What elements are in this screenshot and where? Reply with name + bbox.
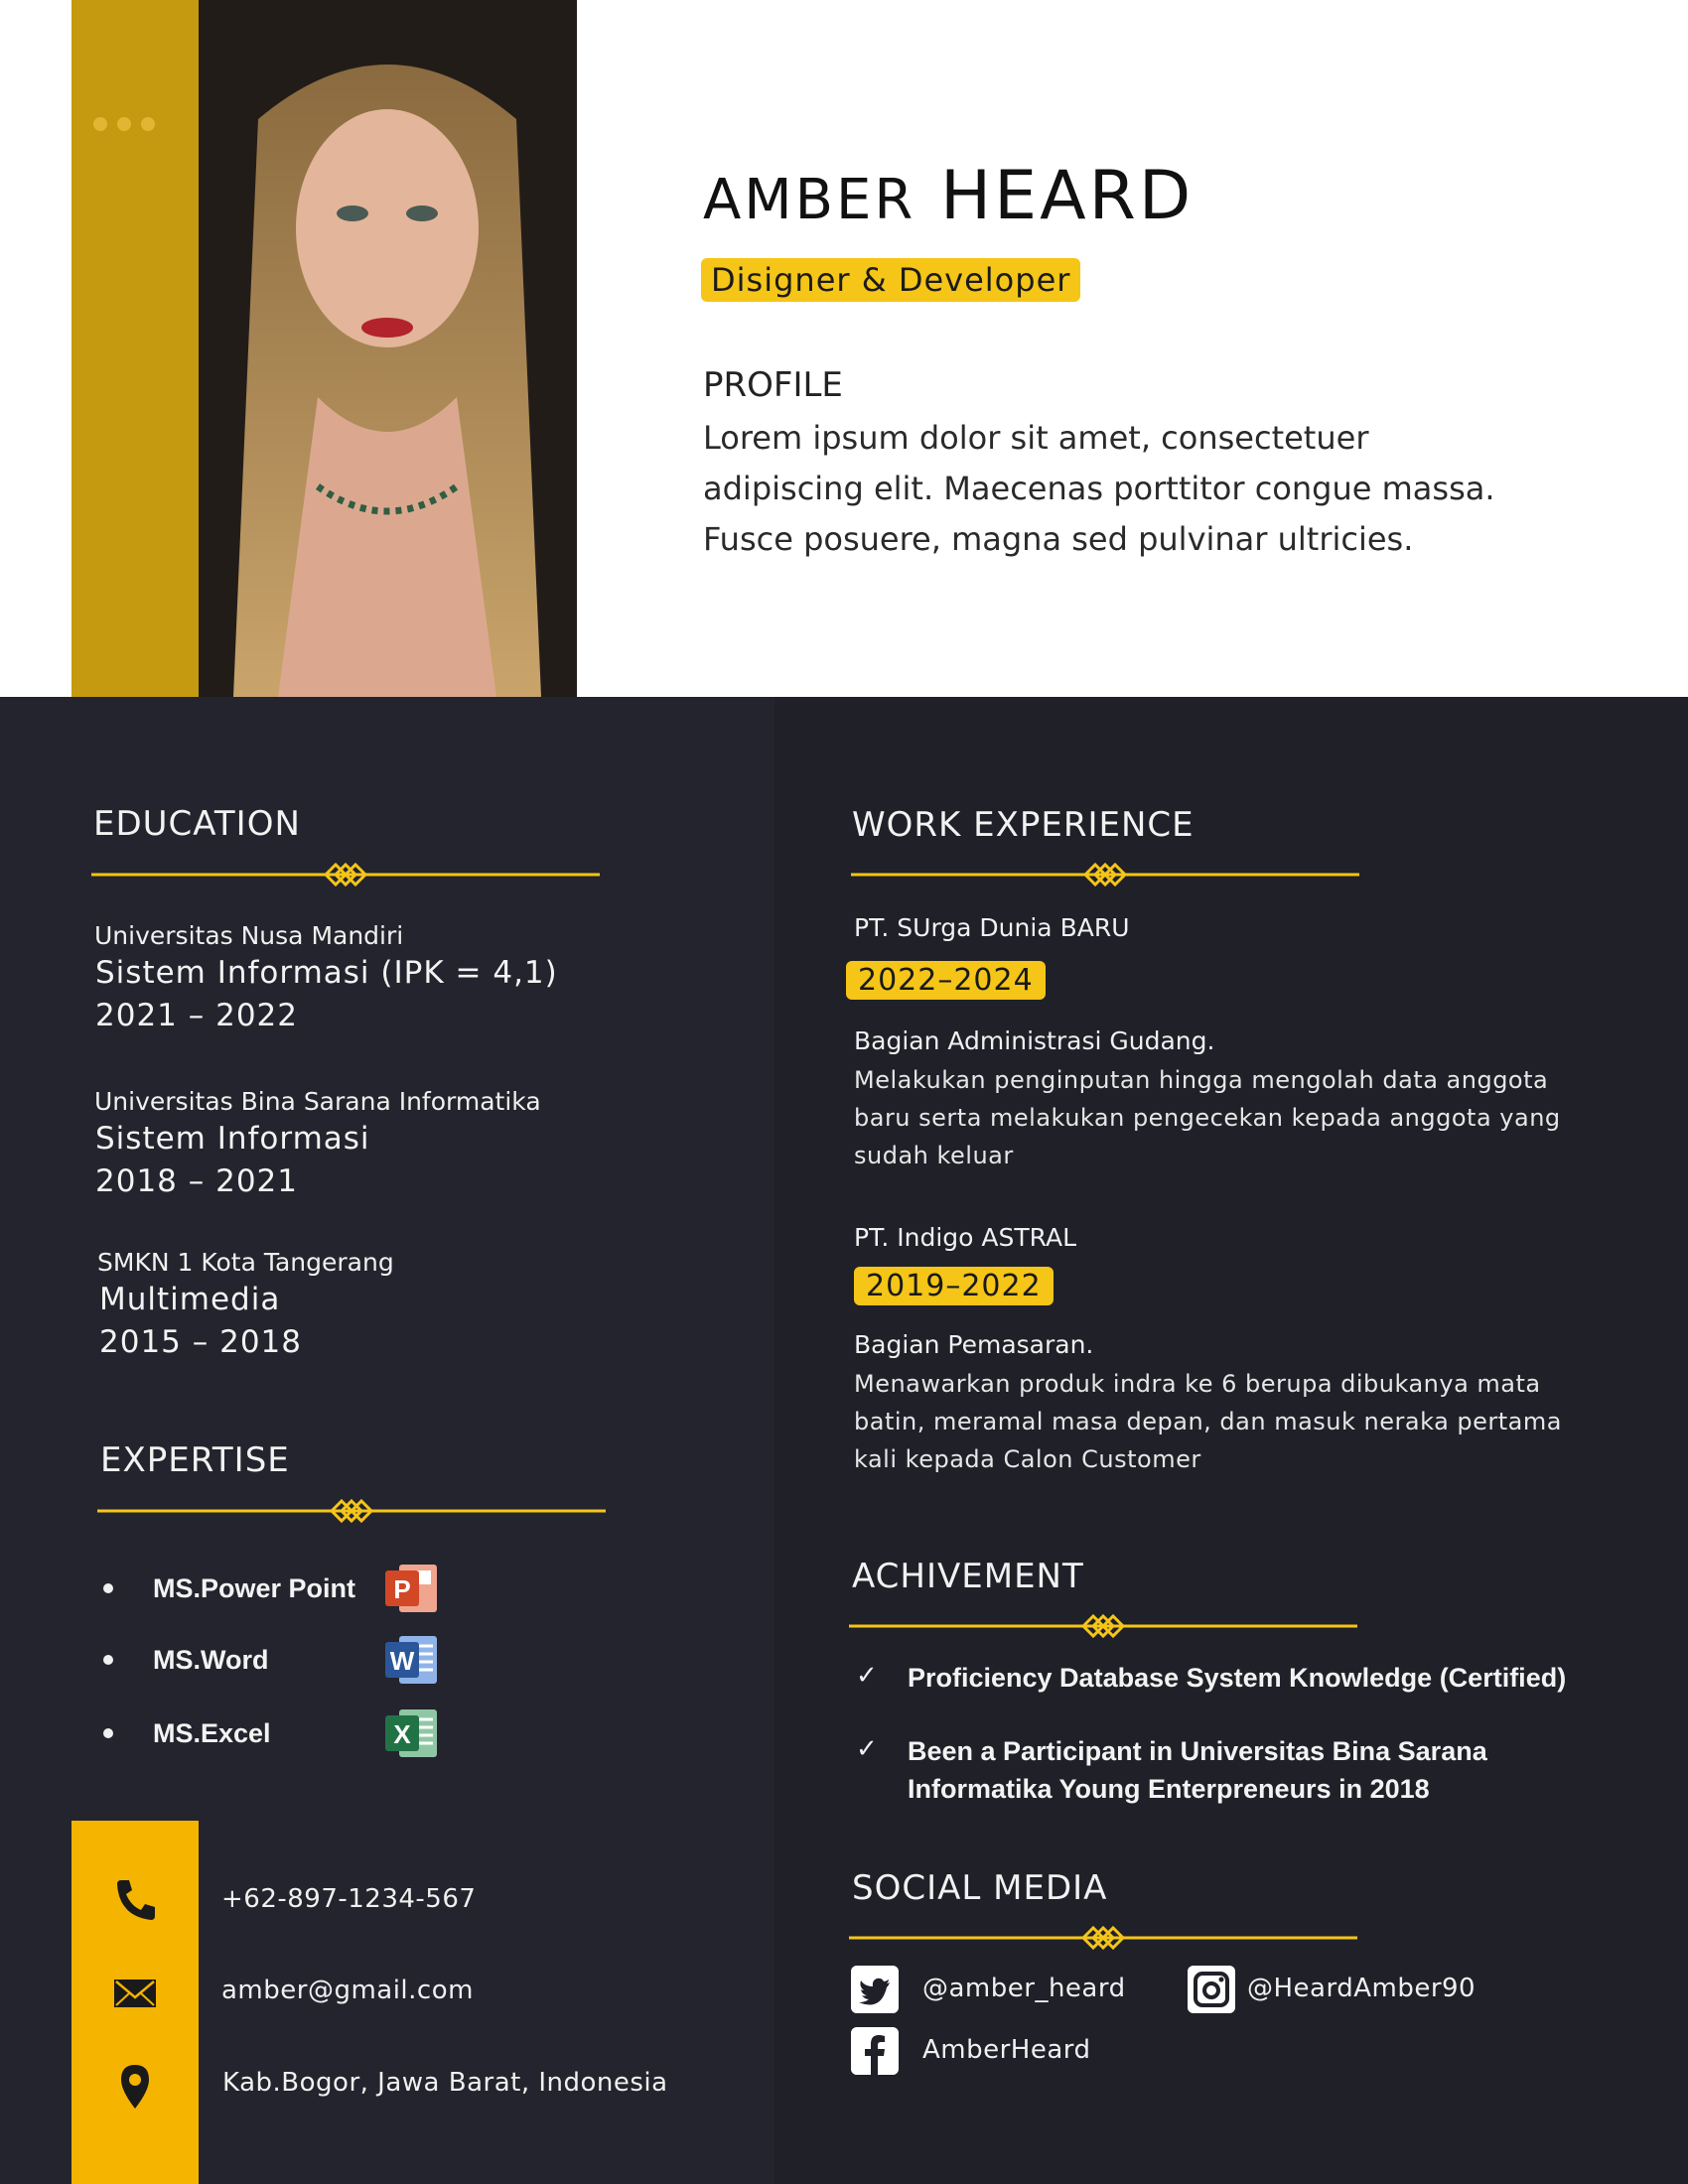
section-divider (91, 860, 600, 889)
address: Kab.Bogor, Jawa Barat, Indonesia (222, 2068, 668, 2098)
section-divider (851, 860, 1359, 889)
facebook-icon[interactable] (851, 2027, 899, 2075)
education-major: Multimedia (99, 1282, 281, 1317)
skill-label: MS.Power Point (153, 1572, 356, 1603)
achievement-text: Proficiency Database System Knowledge (C… (908, 1663, 1567, 1693)
facebook-handle[interactable]: AmberHeard (922, 2035, 1091, 2065)
candidate-name: AMBER HEARD (703, 157, 1194, 235)
achievement-item: ✓ Proficiency Database System Knowledge … (856, 1659, 1571, 1697)
skill-item: MS.Power Point P (103, 1563, 439, 1614)
social-media-heading: SOCIAL MEDIA (852, 1868, 1108, 1908)
profile-photo (199, 0, 577, 697)
company-name: PT. Indigo ASTRAL (854, 1223, 1077, 1252)
decorative-dots (93, 117, 155, 131)
job-description: Menawarkan produk indra ke 6 berupa dibu… (854, 1370, 1562, 1473)
excel-icon: X (385, 1709, 437, 1757)
education-major: Sistem Informasi (95, 1121, 370, 1157)
skill-label: MS.Word (153, 1644, 269, 1675)
instagram-handle[interactable]: @HeardAmber90 (1247, 1974, 1476, 2003)
education-years: 2015 – 2018 (99, 1324, 302, 1360)
svg-text:X: X (393, 1719, 411, 1749)
checkmark-icon: ✓ (856, 1734, 878, 1764)
profile-heading: PROFILE (703, 365, 843, 405)
section-divider (97, 1496, 606, 1526)
education-school: Universitas Nusa Mandiri (94, 921, 404, 950)
achievement-heading: ACHIVEMENT (852, 1557, 1084, 1596)
portrait-image (199, 0, 577, 697)
powerpoint-icon: P (385, 1565, 437, 1612)
svg-text:P: P (393, 1574, 410, 1604)
bullet (103, 1583, 113, 1593)
twitter-handle[interactable]: @amber_heard (922, 1974, 1126, 2003)
education-school: SMKN 1 Kota Tangerang (97, 1248, 394, 1277)
education-school: Universitas Bina Sarana Informatika (94, 1087, 541, 1116)
twitter-icon[interactable] (851, 1966, 899, 2013)
achievement-item: ✓ Been a Participant in Universitas Bina… (856, 1732, 1571, 1808)
bullet (103, 1655, 113, 1665)
svg-text:W: W (390, 1646, 415, 1676)
profile-text: Lorem ipsum dolor sit amet, consectetuer… (703, 419, 1495, 558)
last-name: HEARD (939, 157, 1195, 235)
education-years: 2021 – 2022 (95, 998, 298, 1033)
expertise-heading: EXPERTISE (100, 1440, 290, 1480)
skill-item: MS.Word W (103, 1634, 439, 1686)
education-major: Sistem Informasi (IPK = 4,1) (95, 955, 558, 991)
achievement-text: Been a Participant in Universitas Bina S… (908, 1736, 1487, 1804)
checkmark-icon: ✓ (856, 1661, 878, 1691)
education-years: 2018 – 2021 (95, 1163, 298, 1199)
phone-number[interactable]: +62-897-1234-567 (221, 1884, 476, 1914)
job-position: Bagian Administrasi Gudang. (854, 1026, 1215, 1055)
phone-icon (117, 1880, 155, 1920)
word-icon: W (385, 1636, 437, 1684)
job-description: Melakukan penginputan hingga mengolah da… (854, 1066, 1561, 1169)
skill-item: MS.Excel X (103, 1707, 439, 1759)
work-years-badge: 2022–2024 (846, 961, 1046, 1000)
first-name: AMBER (703, 168, 916, 232)
bullet (103, 1728, 113, 1738)
instagram-icon[interactable] (1188, 1966, 1235, 2013)
email-address[interactable]: amber@gmail.com (221, 1976, 474, 2005)
location-pin-icon (121, 2065, 149, 2109)
section-divider (849, 1611, 1357, 1641)
skill-label: MS.Excel (153, 1717, 271, 1748)
section-divider (849, 1923, 1357, 1953)
mail-icon (114, 1979, 156, 2007)
job-position: Bagian Pemasaran. (854, 1330, 1094, 1359)
role-badge: Disigner & Developer (701, 258, 1081, 302)
accent-bar (71, 0, 199, 697)
work-years-badge: 2019–2022 (854, 1267, 1054, 1305)
company-name: PT. SUrga Dunia BARU (854, 913, 1130, 942)
work-experience-heading: WORK EXPERIENCE (852, 805, 1195, 845)
education-heading: EDUCATION (93, 804, 301, 844)
